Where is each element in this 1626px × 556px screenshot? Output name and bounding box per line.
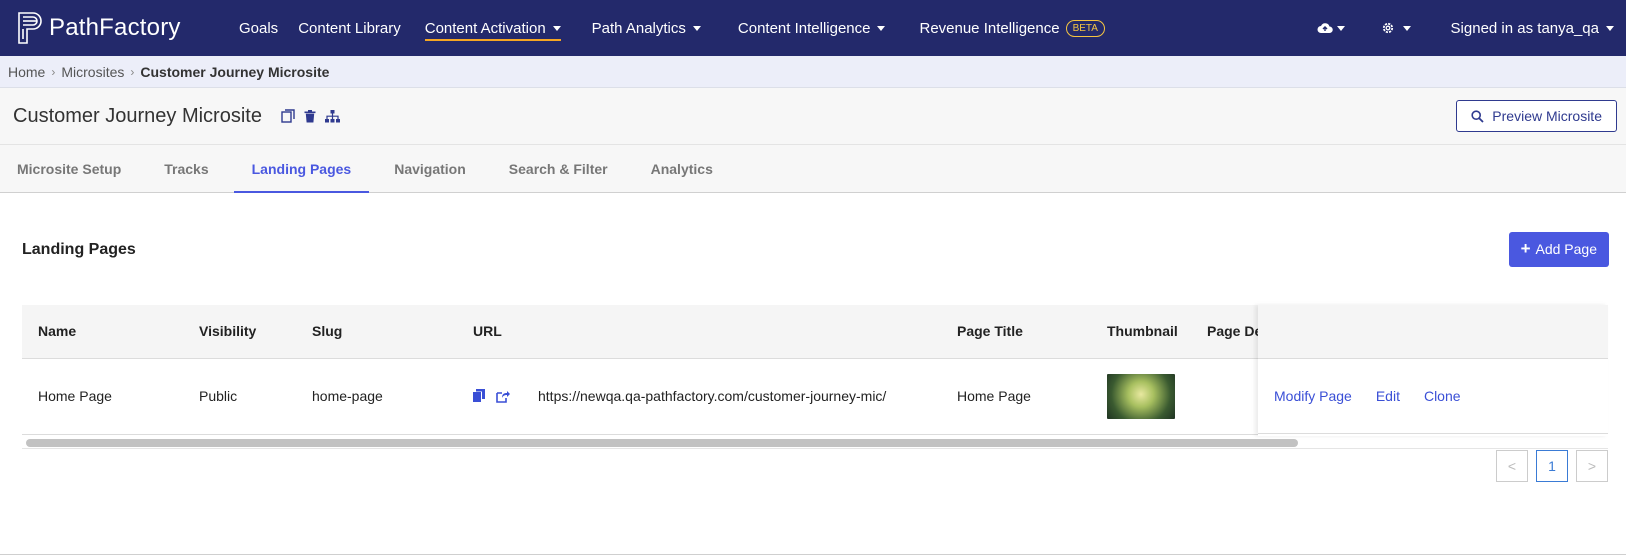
scrollbar-thumb[interactable] [26, 438, 1298, 447]
search-icon [1471, 109, 1484, 123]
chevron-down-icon [1336, 25, 1345, 31]
nav-content-library[interactable]: Content Library [298, 20, 401, 37]
footer-divider [0, 554, 1626, 555]
copy-url-button[interactable] [473, 389, 486, 403]
breadcrumb-microsites[interactable]: Microsites [61, 64, 124, 80]
trash-icon [304, 109, 316, 122]
copy-icon [473, 389, 485, 402]
column-header-page-title[interactable]: Page Title [941, 305, 1091, 358]
chevron-down-icon [692, 25, 701, 31]
page-url: https://newqa.qa-pathfactory.com/custome… [538, 388, 887, 404]
sitemap-button[interactable] [324, 109, 340, 123]
column-header-url[interactable]: URL [457, 305, 941, 358]
preview-microsite-label: Preview Microsite [1492, 108, 1602, 124]
tab-tracks[interactable]: Tracks [146, 145, 226, 192]
open-url-button[interactable] [496, 390, 510, 403]
user-label: Signed in as tanya_qa [1450, 19, 1599, 37]
next-page-button[interactable]: > [1576, 450, 1608, 482]
beta-badge: BETA [1065, 19, 1105, 37]
gear-icon [1382, 22, 1393, 34]
breadcrumb-home[interactable]: Home [8, 64, 45, 80]
copy-icon [281, 109, 295, 123]
nav-revenue-intelligence-label: Revenue Intelligence [919, 19, 1060, 37]
column-header-slug[interactable]: Slug [296, 305, 457, 358]
tab-bar: Microsite Setup Tracks Landing Pages Nav… [0, 145, 1626, 193]
page-header: Customer Journey Microsite Preview Micro… [0, 88, 1626, 145]
settings-menu[interactable] [1381, 21, 1411, 35]
cell-slug: home-page [312, 388, 383, 404]
column-header-visibility[interactable]: Visibility [183, 305, 296, 358]
nav-revenue-intelligence[interactable]: Revenue Intelligence BETA [919, 19, 1105, 37]
tab-analytics[interactable]: Analytics [633, 145, 731, 192]
nav-content-library-label: Content Library [298, 19, 401, 37]
duplicate-button[interactable] [281, 109, 295, 123]
external-link-icon [496, 390, 510, 403]
breadcrumb-separator-icon: › [51, 64, 56, 79]
top-navbar: PathFactory Goals Content Library Conten… [0, 0, 1626, 56]
pathfactory-logo[interactable]: PathFactory [15, 9, 205, 47]
row-actions-column: Modify Page Edit Clone [1258, 305, 1608, 436]
breadcrumb-separator-icon: › [130, 64, 135, 79]
cell-page-title: Home Page [957, 388, 1031, 404]
thumbnail-image [1107, 373, 1175, 419]
previous-page-button[interactable]: < [1496, 450, 1528, 482]
modify-page-link[interactable]: Modify Page [1274, 388, 1352, 404]
cloud-upload-menu[interactable] [1317, 22, 1345, 34]
tab-microsite-setup[interactable]: Microsite Setup [0, 145, 139, 192]
user-menu[interactable]: Signed in as tanya_qa [1451, 20, 1614, 37]
landing-pages-table: Name Visibility Slug URL Page Title Thum… [22, 305, 1608, 449]
page-number-button[interactable]: 1 [1536, 450, 1568, 482]
plus-icon: + [1520, 239, 1531, 258]
pathfactory-logo-icon [18, 12, 42, 44]
breadcrumb: Home › Microsites › Customer Journey Mic… [0, 56, 1626, 88]
nav-path-analytics-label: Path Analytics [591, 19, 686, 37]
nav-content-activation-label: Content Activation [424, 19, 546, 37]
preview-microsite-button[interactable]: Preview Microsite [1456, 100, 1617, 132]
cloud-upload-icon [1317, 23, 1333, 33]
nav-content-activation[interactable]: Content Activation [424, 19, 561, 41]
horizontal-scrollbar[interactable] [22, 435, 1608, 449]
cell-url: https://newqa.qa-pathfactory.com/custome… [457, 358, 941, 434]
nav-goals-label: Goals [239, 19, 279, 37]
brand-name: PathFactory [49, 14, 181, 41]
section-title: Landing Pages [22, 241, 136, 258]
chevron-down-icon [1606, 25, 1614, 31]
nav-goals[interactable]: Goals [239, 20, 278, 37]
chevron-down-icon [1402, 25, 1411, 31]
cell-thumbnail [1091, 358, 1191, 434]
page-title: Customer Journey Microsite [13, 104, 262, 127]
cell-visibility: Public [199, 388, 238, 404]
nav-path-analytics[interactable]: Path Analytics [592, 20, 701, 37]
nav-content-intelligence[interactable]: Content Intelligence [738, 20, 886, 37]
cell-name: Home Page [38, 388, 112, 404]
delete-button[interactable] [304, 109, 316, 123]
breadcrumb-current: Customer Journey Microsite [140, 63, 330, 80]
tab-landing-pages[interactable]: Landing Pages [233, 145, 370, 193]
nav-content-intelligence-label: Content Intelligence [737, 19, 871, 37]
add-page-button[interactable]: + Add Page [1508, 231, 1609, 267]
chevron-down-icon [552, 25, 561, 31]
sitemap-icon [324, 109, 340, 122]
column-header-thumbnail[interactable]: Thumbnail [1091, 305, 1191, 358]
pagination: < 1 > [1488, 450, 1608, 482]
tab-search-filter[interactable]: Search & Filter [491, 145, 626, 192]
main-content: Landing Pages + Add Page Name Visibility… [0, 193, 1626, 449]
edit-link[interactable]: Edit [1376, 388, 1400, 404]
add-page-label: Add Page [1535, 241, 1598, 257]
clone-link[interactable]: Clone [1424, 388, 1461, 404]
column-header-name[interactable]: Name [22, 305, 183, 358]
chevron-down-icon [877, 25, 886, 31]
tab-navigation[interactable]: Navigation [376, 145, 484, 192]
